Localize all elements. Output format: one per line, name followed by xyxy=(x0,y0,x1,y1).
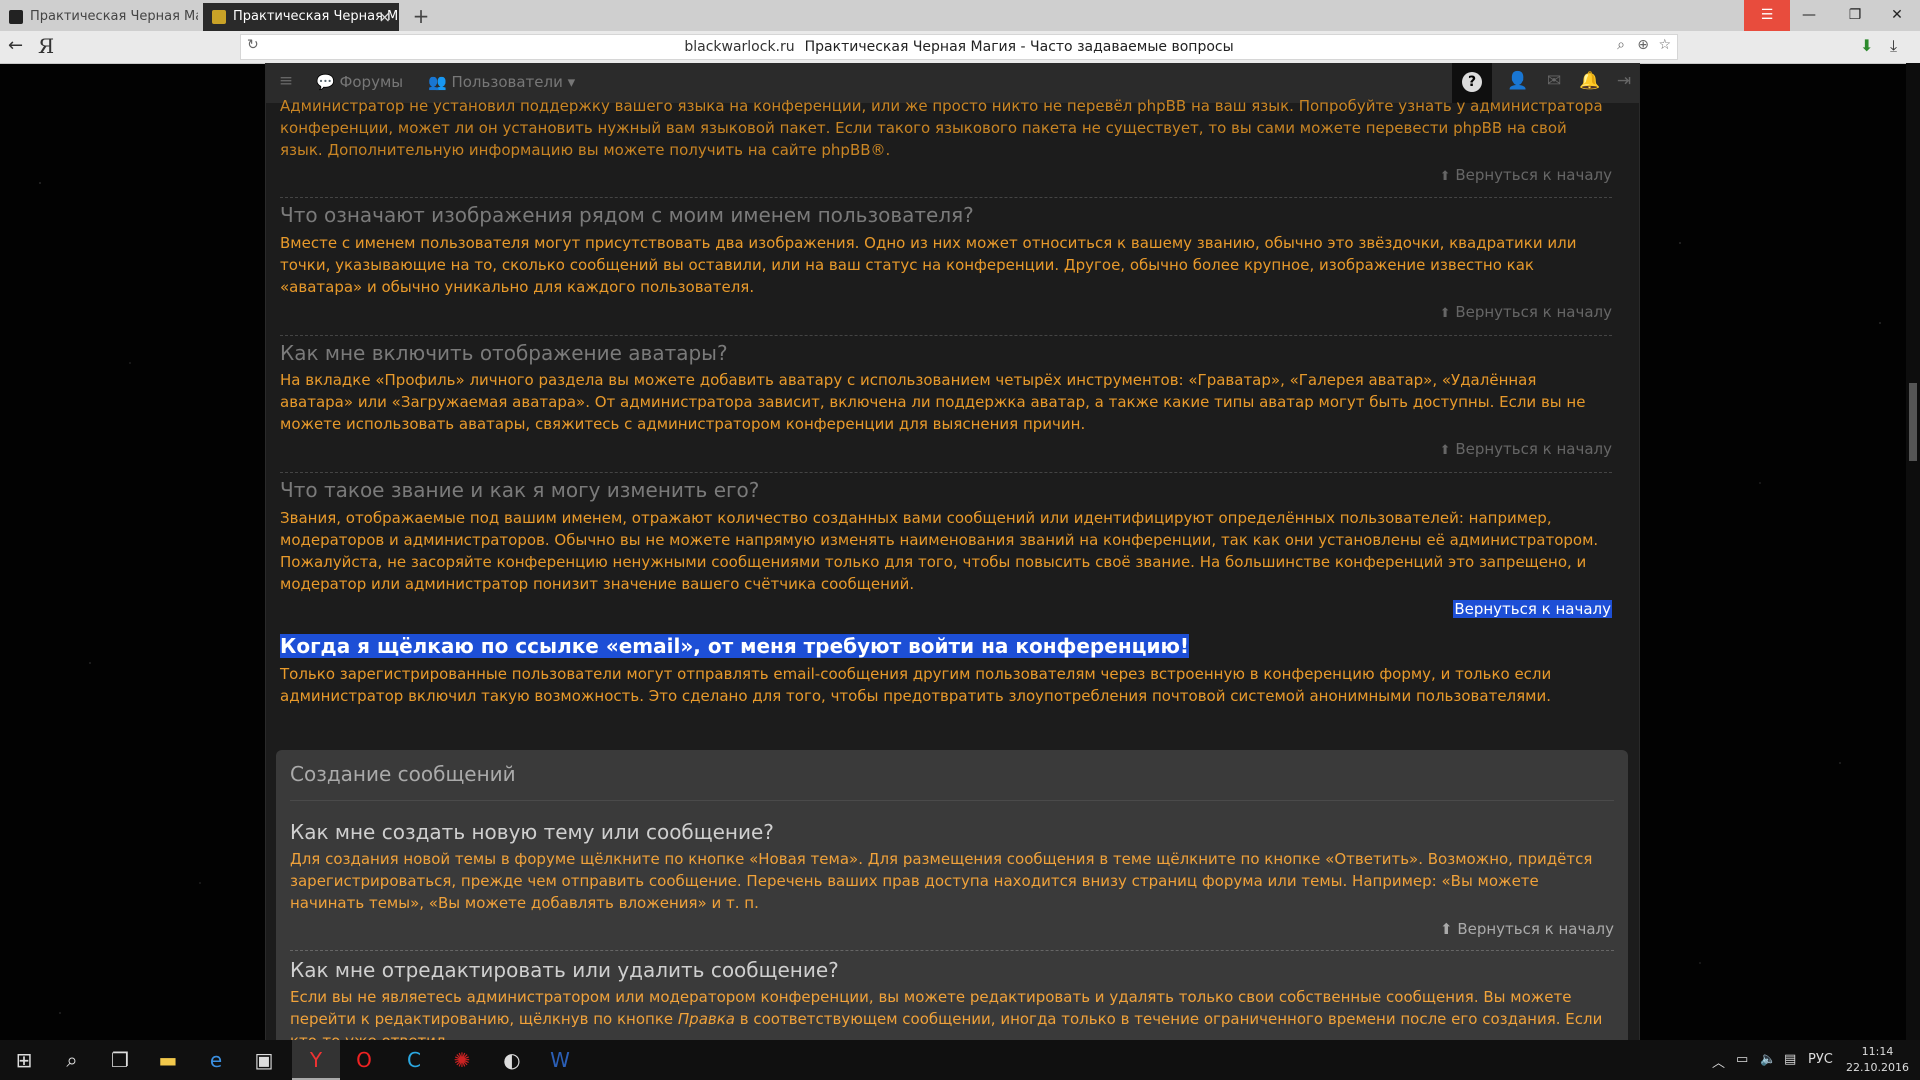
new-tab-button[interactable]: + xyxy=(408,3,434,29)
faq-answer: Для создания новой темы в форуме щёлкнит… xyxy=(290,850,1593,912)
back-to-top-link[interactable]: Вернуться к началу xyxy=(1453,600,1612,618)
tab-title: Практическая Черная Магия - Часто задава… xyxy=(233,9,399,24)
clock-time: 11:14 xyxy=(1861,1045,1894,1058)
back-to-top-link[interactable]: ⬆ Вернуться к началу xyxy=(1440,920,1614,938)
back-to-top-link[interactable]: ⬆ Вернуться к началу xyxy=(1440,166,1612,184)
back-to-top-link[interactable]: ⬆ Вернуться к началу xyxy=(1440,440,1612,458)
arrow-up-circle-icon: ⬆ xyxy=(1439,169,1451,184)
divider xyxy=(290,950,1614,951)
section-title: Создание сообщений xyxy=(290,762,516,786)
faq-question: Что означают изображения рядом с моим им… xyxy=(280,203,974,227)
notification-center-icon[interactable]: ▤ xyxy=(1784,1052,1796,1067)
messages-icon[interactable]: ✉ xyxy=(1540,71,1568,95)
tray-chevron-up-icon[interactable]: ︿ xyxy=(1712,1052,1725,1071)
tab-inactive[interactable]: Практическая Черная Магия xyxy=(0,3,198,31)
faq-answer: Если вы не являетесь администратором или… xyxy=(290,988,1603,1040)
forum-page: ≡ 💬 Форумы 👥 Пользователи ▾ ? 👤 ✉ 🔔 ⇥ Ад… xyxy=(265,63,1640,1040)
faq-answer: Администратор не установил поддержку ваш… xyxy=(280,97,1603,159)
faq-answer: Вместе с именем пользователя могут прису… xyxy=(280,234,1577,296)
browser-tab-bar: Практическая Черная Магия Практическая Ч… xyxy=(0,0,1920,31)
yandex-browser-icon[interactable]: Y xyxy=(292,1040,340,1080)
downloads-icon[interactable]: ⤓ xyxy=(1890,36,1897,56)
users-icon: 👥 xyxy=(428,73,447,91)
tab-close-icon[interactable]: × xyxy=(378,3,391,31)
posting-section-panel: Создание сообщений Как мне создать новую… xyxy=(276,750,1628,1040)
help-icon: ? xyxy=(1462,72,1482,92)
url-domain: blackwarlock.ru xyxy=(684,39,795,55)
site-favicon-icon xyxy=(9,10,23,24)
arrow-up-circle-icon: ⬆ xyxy=(1439,920,1453,938)
search-icon[interactable]: ⌕ xyxy=(48,1040,96,1080)
faq-answer: Звания, отображаемые под вашим именем, о… xyxy=(280,509,1599,593)
edit-term: Правка xyxy=(677,1010,735,1028)
user-icon[interactable]: 👤 xyxy=(1504,71,1532,95)
restore-icon[interactable]: ❐ xyxy=(1832,0,1878,31)
back-to-top-link[interactable]: ⬆ Вернуться к началу xyxy=(1440,303,1612,321)
file-explorer-icon[interactable]: ▬ xyxy=(144,1040,192,1080)
app-icon[interactable]: ✺ xyxy=(438,1040,486,1080)
selected-question-text: Когда я щёлкаю по ссылке «email», от мен… xyxy=(280,634,1190,658)
word-icon[interactable]: W xyxy=(536,1040,584,1080)
yandex-logo[interactable]: Я xyxy=(38,34,54,58)
ccleaner-icon[interactable]: C xyxy=(390,1040,438,1080)
opera-icon[interactable]: O xyxy=(340,1040,388,1080)
system-clock[interactable]: 11:14 22.10.2016 xyxy=(1846,1044,1909,1076)
faq-question: Как мне создать новую тему или сообщение… xyxy=(290,820,774,844)
url-page-title: Практическая Черная Магия - Часто задава… xyxy=(804,39,1234,55)
bookmark-star-icon[interactable]: ☆ xyxy=(1658,37,1671,53)
divider xyxy=(290,800,1614,801)
faq-question-selected: Когда я щёлкаю по ссылке «email», от мен… xyxy=(280,634,1612,658)
browser-menu-icon[interactable]: ☰ xyxy=(1744,0,1790,31)
scrollbar-thumb[interactable] xyxy=(1909,383,1917,461)
edge-browser-icon[interactable]: e xyxy=(192,1040,240,1080)
arrow-up-circle-icon: ⬆ xyxy=(1439,306,1451,321)
divider xyxy=(280,335,1612,336)
search-icon[interactable]: ⌕ xyxy=(1617,37,1625,53)
protect-icon[interactable]: ⊕ xyxy=(1637,37,1649,53)
faq-question: Как мне включить отображение аватары? xyxy=(280,341,728,365)
notifications-bell-icon[interactable]: 🔔 xyxy=(1576,71,1604,95)
nav-users-label: Пользователи xyxy=(451,73,563,91)
language-indicator[interactable]: РУС xyxy=(1808,1052,1833,1067)
nav-forums-label: Форумы xyxy=(339,73,404,91)
logout-icon[interactable]: ⇥ xyxy=(1610,71,1638,95)
nav-forums[interactable]: 💬 Форумы xyxy=(316,73,403,91)
minimize-icon[interactable]: — xyxy=(1786,0,1832,31)
address-bar: ← Я ↻ blackwarlock.ru Практическая Черная… xyxy=(0,31,1920,64)
chevron-down-icon: ▾ xyxy=(567,73,576,91)
faq-answer: На вкладке «Профиль» личного раздела вы … xyxy=(280,371,1586,433)
nav-users-dropdown[interactable]: 👥 Пользователи ▾ xyxy=(428,73,575,91)
task-view-icon[interactable]: ❐ xyxy=(96,1040,144,1080)
volume-icon[interactable]: 🔈 xyxy=(1760,1052,1776,1067)
clock-date: 22.10.2016 xyxy=(1846,1061,1909,1074)
start-windows-icon[interactable]: ⊞ xyxy=(0,1040,48,1080)
tab-active[interactable]: Практическая Черная Магия - Часто задава… xyxy=(203,3,399,31)
windows-taskbar: ⊞ ⌕ ❐ ▬ e ▣ Y O C ✺ ◐ W ︿ ▭ 🔈 ▤ РУС 11:1… xyxy=(0,1040,1920,1080)
app-icon[interactable]: ◐ xyxy=(488,1040,536,1080)
extension-icon[interactable]: ⬇ xyxy=(1860,36,1873,55)
url-field[interactable]: ↻ blackwarlock.ru Практическая Черная Маг… xyxy=(240,34,1678,60)
store-icon[interactable]: ▣ xyxy=(240,1040,288,1080)
page-scrollbar[interactable] xyxy=(1906,63,1920,1040)
faq-question: Что такое звание и как я могу изменить е… xyxy=(280,478,760,502)
divider xyxy=(280,197,1612,198)
tab-title: Практическая Черная Магия xyxy=(30,9,198,24)
url-text: blackwarlock.ru Практическая Черная Магия… xyxy=(241,39,1677,55)
close-window-icon[interactable]: ✕ xyxy=(1874,0,1920,31)
faq-question: Как мне отредактировать или удалить сооб… xyxy=(290,958,839,982)
faq-answer: Только зарегистрированные пользователи м… xyxy=(280,665,1552,705)
divider xyxy=(280,472,1612,473)
site-favicon-icon xyxy=(212,10,226,24)
arrow-up-circle-icon: ⬆ xyxy=(1439,443,1451,458)
hamburger-menu-icon[interactable]: ≡ xyxy=(272,71,300,95)
network-icon[interactable]: ▭ xyxy=(1736,1052,1748,1067)
back-arrow-icon[interactable]: ← xyxy=(8,35,23,56)
chat-icon: 💬 xyxy=(316,73,335,91)
